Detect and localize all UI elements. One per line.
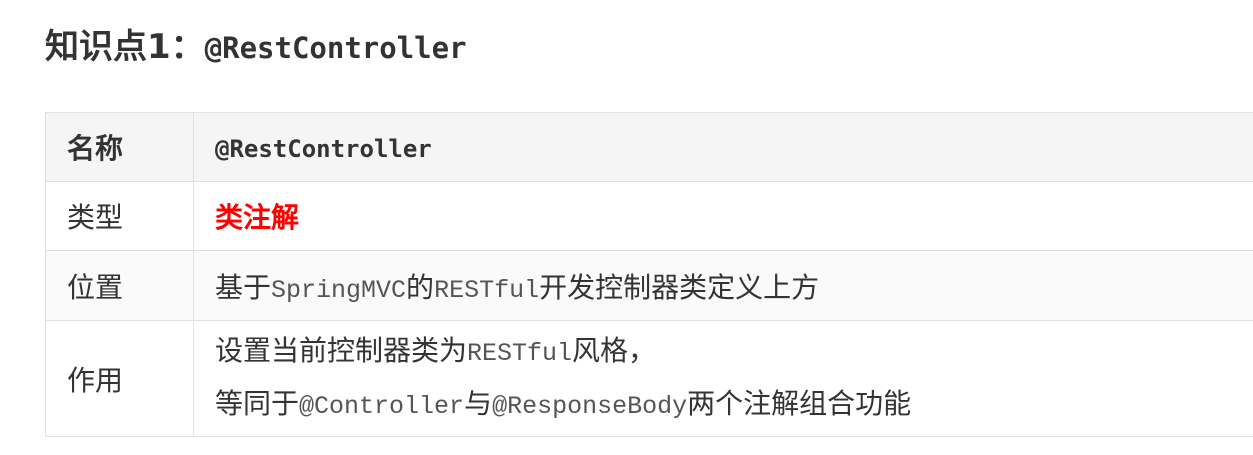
table-header-row: 名称 @RestController (45, 112, 1253, 182)
usage-value-cell: 设置当前控制器类为RESTful风格， 等同于@Controller与@Resp… (193, 320, 1253, 437)
position-text-2: 的 (406, 270, 435, 304)
table-row-position: 位置 基于SpringMVC的RESTful开发控制器类定义上方 (45, 250, 1253, 321)
position-value-cell: 基于SpringMVC的RESTful开发控制器类定义上方 (193, 250, 1253, 321)
header-key-cell: 名称 (45, 112, 194, 182)
annotation-info-table: 名称 @RestController 类型 类注解 位置 基于SpringMVC… (45, 112, 1253, 437)
position-text-1: 基于 (215, 270, 272, 304)
heading-prefix: 知识点1： (45, 27, 205, 67)
type-value-cell: 类注解 (193, 181, 1253, 251)
usage-key-cell: 作用 (45, 320, 194, 437)
position-text-3: 开发控制器类定义上方 (539, 270, 820, 304)
header-value-cell: @RestController (193, 112, 1253, 182)
usage-text-2: 风格， (572, 333, 657, 367)
usage-code-responsebody: @ResponseBody (492, 391, 688, 421)
usage-text-5: 两个注解组合功能 (687, 386, 912, 420)
position-key-cell: 位置 (45, 250, 194, 321)
heading-code: @RestController (204, 31, 467, 65)
type-key-cell: 类型 (45, 181, 194, 251)
table-row-usage: 作用 设置当前控制器类为RESTful风格， 等同于@Controller与@R… (45, 320, 1253, 437)
usage-code-controller: @Controller (299, 391, 465, 421)
type-value: 类注解 (215, 201, 300, 234)
position-code-restful: RESTful (434, 275, 540, 305)
usage-code-restful: RESTful (467, 338, 573, 368)
usage-text-4: 与 (464, 386, 493, 420)
usage-line-2: 等同于@Controller与@ResponseBody两个注解组合功能 (215, 379, 1253, 432)
usage-line-1: 设置当前控制器类为RESTful风格， (215, 326, 1253, 379)
table-row-type: 类型 类注解 (45, 181, 1253, 251)
position-code-springmvc: SpringMVC (271, 275, 407, 305)
usage-text-1: 设置当前控制器类为 (215, 333, 468, 367)
header-value-code: @RestController (215, 134, 432, 163)
section-heading: 知识点1：@RestController (45, 22, 467, 73)
usage-text-3: 等同于 (215, 386, 300, 420)
